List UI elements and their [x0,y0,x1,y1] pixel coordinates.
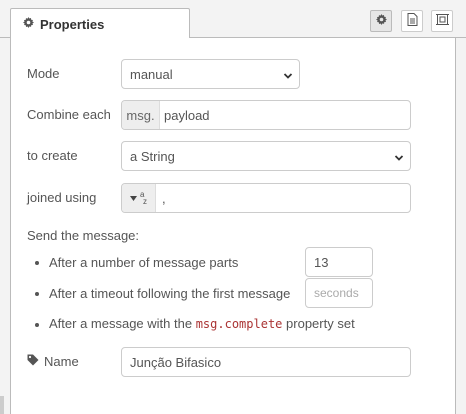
gear-icon [375,14,387,28]
frame-icon [435,13,449,29]
mode-select[interactable]: manual [121,59,300,89]
document-icon [407,13,418,29]
joiner-label: joined using [27,190,97,205]
complete-prefix: After a message with the [49,316,193,331]
chevron-down-icon [394,151,404,161]
send-heading: Send the message: [27,228,140,243]
complete-suffix: property set [286,316,355,331]
parts-count-value: 13 [314,254,329,270]
description-tab-button[interactable] [401,10,423,32]
appearance-tab-button[interactable] [431,10,453,32]
joiner-value: , [162,190,166,206]
gear-icon [23,17,34,31]
joiner-type-selector[interactable]: az [122,184,156,212]
bullet [35,261,39,265]
tab-properties[interactable]: Properties [10,8,190,39]
combine-label: Combine each [27,107,111,122]
tab-properties-label: Properties [40,16,105,32]
create-type-value: a String [130,148,175,164]
complete-code: msg.complete [195,317,283,331]
settings-tab-button[interactable] [370,10,392,32]
timeout-placeholder: seconds [314,286,359,300]
properties-panel: Mode manual Combine each msg. payload to… [10,38,456,414]
joiner-input[interactable]: az , [121,183,411,213]
name-label: Name [27,354,79,369]
tag-icon [27,354,39,369]
chevron-down-icon [283,69,293,79]
editor-tab-bar: Properties [0,0,466,39]
timeout-input[interactable]: seconds [305,278,373,308]
complete-label: After a message with the msg.complete pr… [49,316,355,331]
msg-type-prefix[interactable]: msg. [122,101,160,129]
scrollbar[interactable] [0,396,4,414]
parts-count-input[interactable]: 13 [305,247,373,277]
name-label-text: Name [44,354,79,369]
mode-select-value: manual [130,66,173,82]
timeout-label: After a timeout following the first mess… [49,286,291,301]
combine-property-value: payload [164,107,210,123]
mode-label: Mode [27,66,60,81]
name-value: Junção Bifasico [130,354,222,370]
string-type-icon: az [140,190,147,206]
bullet [35,323,39,327]
parts-label: After a number of message parts [49,255,239,270]
create-type-select[interactable]: a String [121,141,411,171]
combine-property-input[interactable]: msg. payload [121,100,411,130]
create-label: to create [27,148,78,163]
bullet [35,292,39,296]
caret-down-icon [130,193,137,203]
name-input[interactable]: Junção Bifasico [121,347,411,377]
